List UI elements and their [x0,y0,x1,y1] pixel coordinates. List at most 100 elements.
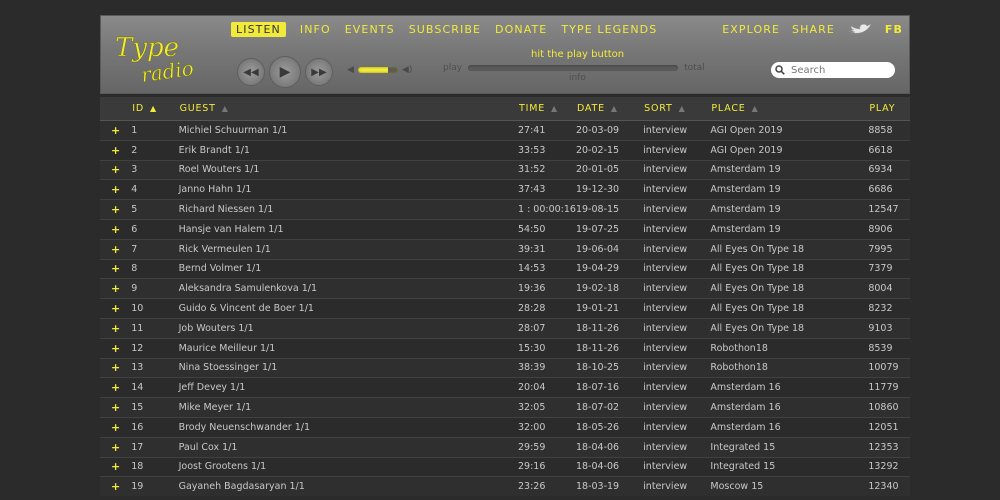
add-to-playlist-icon[interactable]: + [100,179,132,200]
table-body: +1 Michiel Schuurman 1/1 27:41 20-03-09 inte… [100,120,910,497]
table-row[interactable]: +13 Nina Stoessinger 1/1 38:39 18-10-25 inte… [100,357,910,378]
nav-info[interactable]: INFO [300,23,331,36]
cell-time: 32:05 [518,397,576,418]
nav-share[interactable]: SHARE [792,23,835,36]
rewind-button[interactable]: ◀◀ [237,58,265,86]
cell-guest: Guido & Vincent de Boer 1/1 [178,298,519,319]
table-row[interactable]: +10 Guido & Vincent de Boer 1/1 28:28 19-01… [100,298,910,319]
nav-type-legends[interactable]: TYPE LEGENDS [561,23,657,36]
cell-place: Amsterdam 19 [710,179,869,200]
table-row[interactable]: +12 Maurice Meilleur 1/1 15:30 18-11-26 inte… [100,337,910,359]
add-to-playlist-icon[interactable]: + [100,139,132,161]
cell-time: 33:53 [518,139,576,161]
table-row[interactable]: +16 Brody Neuenschwander 1/1 32:00 18-05-26… [100,416,910,438]
add-to-playlist-icon[interactable]: + [100,218,132,240]
info-label: info [569,73,586,83]
header-play[interactable]: PLAY [868,97,910,121]
cell-guest: Joost Grootens 1/1 [178,456,519,477]
nav-listen[interactable]: LISTEN [231,21,286,37]
cell-play: 13292 [868,456,910,477]
table-row[interactable]: +5 Richard Niessen 1/1 1 : 00:00:16 19-08-1… [100,199,910,220]
table-row[interactable]: +15 Mike Meyer 1/1 32:05 18-07-02 interview A… [100,397,910,418]
table-row[interactable]: +9 Aleksandra Samulenkova 1/1 19:36 19-02-1… [100,278,910,299]
add-to-playlist-icon[interactable]: + [100,159,132,180]
nav-explore[interactable]: EXPLORE [722,23,780,36]
cell-guest: Jeff Devey 1/1 [178,377,519,398]
add-to-playlist-icon[interactable]: + [100,298,132,319]
header-place[interactable]: PLACE ▲ [710,97,869,121]
type-radio-logo[interactable]: Type radio [111,26,221,86]
add-to-playlist-icon[interactable]: + [100,357,132,378]
cell-id: 6 [131,218,179,240]
add-to-playlist-icon[interactable]: + [100,397,132,418]
add-to-playlist-icon[interactable]: + [100,476,132,497]
cell-time: 38:39 [518,357,576,378]
table-row[interactable]: +11 Job Wouters 1/1 28:07 18-11-26 interview… [100,317,910,339]
cell-time: 31:52 [518,159,576,180]
cell-time: 28:28 [518,298,576,319]
table-row[interactable]: +19 Gayaneh Bagdasaryan 1/1 23:26 18-03-19 i… [100,476,910,497]
search-input[interactable] [789,63,887,77]
nav-subscribe[interactable]: SUBSCRIBE [409,23,481,36]
cell-date: 19-06-04 [575,238,644,260]
cell-play: 6618 [868,139,910,161]
cell-id: 14 [131,377,179,398]
add-to-playlist-icon[interactable]: + [100,337,132,359]
cell-id: 15 [131,397,179,418]
add-to-playlist-icon[interactable]: + [100,120,132,141]
table-row[interactable]: +4 Janno Hahn 1/1 37:43 19-12-30 interview Am… [100,179,910,200]
sort-icon: ▲ [221,104,229,113]
volume-slider[interactable] [357,67,398,73]
cell-place: Amsterdam 19 [710,218,869,240]
header-sort[interactable]: SORT ▲ [643,97,711,121]
table-row[interactable]: +1 Michiel Schuurman 1/1 27:41 20-03-09 inte… [100,120,910,141]
cell-time: 27:41 [518,120,576,141]
cell-sort: interview [643,436,711,458]
fast-forward-button[interactable]: ▶▶ [305,58,333,86]
progress-bar[interactable] [468,65,679,71]
add-to-playlist-icon[interactable]: + [100,317,132,339]
cell-sort: interview [643,278,711,299]
cell-play: 6686 [868,179,910,200]
nav-events[interactable]: EVENTS [345,23,395,36]
add-to-playlist-icon[interactable]: + [100,258,132,279]
header-add [100,97,132,121]
cell-guest: Rick Vermeulen 1/1 [178,238,519,260]
table-row[interactable]: +6 Hansje van Halem 1/1 54:50 19-07-25 inter… [100,218,910,240]
table-row[interactable]: +14 Jeff Devey 1/1 20:04 18-07-16 interview A… [100,377,910,398]
cell-place: All Eyes On Type 18 [710,258,869,279]
add-to-playlist-icon[interactable]: + [100,436,132,458]
cell-time: 39:31 [518,238,576,260]
cell-id: 2 [131,139,179,161]
cell-sort: interview [643,397,711,418]
table-row[interactable]: +3 Roel Wouters 1/1 31:52 20-01-05 interview… [100,159,910,180]
progress-area: play total [443,63,705,73]
play-button[interactable]: ▶ [269,56,301,88]
add-to-playlist-icon[interactable]: + [100,199,132,220]
nav-donate[interactable]: DONATE [495,23,547,36]
table-row[interactable]: +18 Joost Grootens 1/1 29:16 18-04-06 interv… [100,456,910,477]
table-row[interactable]: +17 Paul Cox 1/1 29:59 18-04-06 interview Int… [100,436,910,458]
header-date[interactable]: DATE ▲ [575,97,644,121]
table-row[interactable]: +7 Rick Vermeulen 1/1 39:31 19-06-04 intervi… [100,238,910,260]
header-id[interactable]: ID ▲ [131,97,179,121]
add-to-playlist-icon[interactable]: + [100,238,132,260]
add-to-playlist-icon[interactable]: + [100,456,132,477]
add-to-playlist-icon[interactable]: + [100,278,132,299]
cell-play: 12340 [868,476,910,497]
header-time[interactable]: TIME ▲ [518,97,576,121]
cell-id: 9 [131,278,179,299]
add-to-playlist-icon[interactable]: + [100,416,132,438]
twitter-bird-icon[interactable] [847,21,873,37]
table-row[interactable]: +2 Erik Brandt 1/1 33:53 20-02-15 interview A… [100,139,910,161]
cell-id: 4 [131,179,179,200]
nav-fb[interactable]: FB [885,23,903,36]
cell-date: 18-11-26 [575,317,644,339]
add-to-playlist-icon[interactable]: + [100,377,132,398]
cell-sort: interview [643,120,711,141]
cell-play: 8539 [868,337,910,359]
cell-id: 16 [131,416,179,438]
cell-sort: interview [643,159,711,180]
table-row[interactable]: +8 Bernd Volmer 1/1 14:53 19-04-29 interview… [100,258,910,279]
header-guest[interactable]: GUEST ▲ [178,97,519,121]
